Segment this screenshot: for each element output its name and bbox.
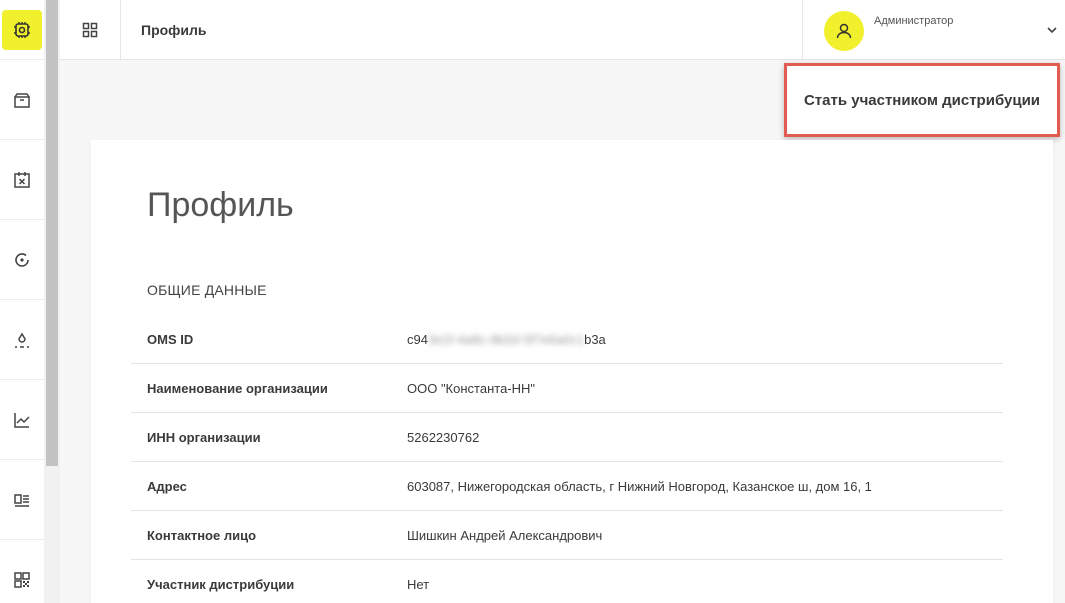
sidebar-item-write-off[interactable] — [0, 140, 44, 220]
row-label: Наименование организации — [147, 380, 328, 396]
sidebar — [0, 0, 44, 603]
page-title: Профиль — [141, 22, 207, 38]
apps-menu-button[interactable] — [60, 0, 121, 60]
profile-heading: Профиль — [147, 186, 294, 224]
sidebar-active-indicator — [2, 9, 42, 50]
sidebar-item-circulation[interactable] — [0, 220, 44, 300]
row-label: Адрес — [147, 478, 187, 494]
user-icon — [836, 23, 852, 39]
contact-person-value: Шишкин Андрей Александрович — [407, 527, 603, 543]
table-row: ИНН организации 5262230762 — [131, 413, 1003, 462]
sidebar-item-aggregation[interactable] — [0, 300, 44, 380]
oms-id-end: b3a — [584, 331, 606, 347]
table-row: Наименование организации ООО "Константа-… — [131, 364, 1003, 413]
become-distributor-button[interactable]: Стать участником дистрибуции — [784, 63, 1060, 137]
address-value: 603087, Нижегородская область, г Нижний … — [407, 478, 872, 494]
sidebar-item-codes[interactable] — [0, 540, 44, 603]
chevron-down-icon[interactable] — [1046, 24, 1058, 36]
sidebar-item-documents[interactable] — [0, 460, 44, 540]
profile-table: OMS ID c943e1f-4a8c-9b2d-5f7e6a0c1b3a На… — [131, 315, 1003, 603]
table-row: Участник дистрибуции Нет — [131, 560, 1003, 603]
oms-id-value: c943e1f-4a8c-9b2d-5f7e6a0c1b3a — [407, 332, 606, 347]
trend-chart-icon — [14, 412, 30, 428]
table-row: OMS ID c943e1f-4a8c-9b2d-5f7e6a0c1b3a — [131, 315, 1003, 364]
table-row: Адрес 603087, Нижегородская область, г Н… — [131, 462, 1003, 511]
row-label: Контактное лицо — [147, 527, 257, 543]
user-menu[interactable]: Администратор — [802, 0, 1065, 60]
row-label: Участник дистрибуции — [147, 577, 295, 592]
calendar-cross-icon — [14, 171, 30, 188]
oms-id-start: c94 — [407, 331, 428, 347]
profile-card: Профиль ОБЩИЕ ДАННЫЕ OMS ID c943e1f-4a8c… — [91, 140, 1053, 603]
table-row: Контактное лицо Шишкин Андрей Александро… — [131, 511, 1003, 560]
list-card-icon — [14, 493, 29, 507]
drop-icon — [15, 332, 29, 348]
refresh-circle-icon — [15, 252, 29, 267]
row-label: OMS ID — [147, 331, 194, 347]
avatar[interactable] — [824, 11, 864, 51]
sidebar-item-orders[interactable] — [0, 60, 44, 140]
row-label: ИНН организации — [147, 429, 261, 445]
section-title: ОБЩИЕ ДАННЫЕ — [147, 282, 267, 298]
organization-name-value: ООО "Константа-НН" — [407, 380, 536, 396]
user-name: Администратор — [874, 15, 954, 27]
oms-id-redacted: 3e1f-4a8c-9b2d-5f7e6a0c1 — [427, 331, 585, 347]
box-icon — [14, 92, 30, 108]
top-bar: Профиль Администратор — [60, 0, 1065, 60]
chip-icon — [14, 21, 30, 38]
sidebar-scrollbar-thumb[interactable] — [46, 0, 58, 466]
apps-grid-icon — [82, 22, 98, 38]
distribution-participant-value: Нет — [407, 577, 430, 592]
qr-code-icon — [14, 572, 30, 588]
inn-value: 5262230762 — [407, 429, 480, 445]
sidebar-item-devices[interactable] — [0, 0, 44, 60]
sidebar-item-reports[interactable] — [0, 380, 44, 460]
